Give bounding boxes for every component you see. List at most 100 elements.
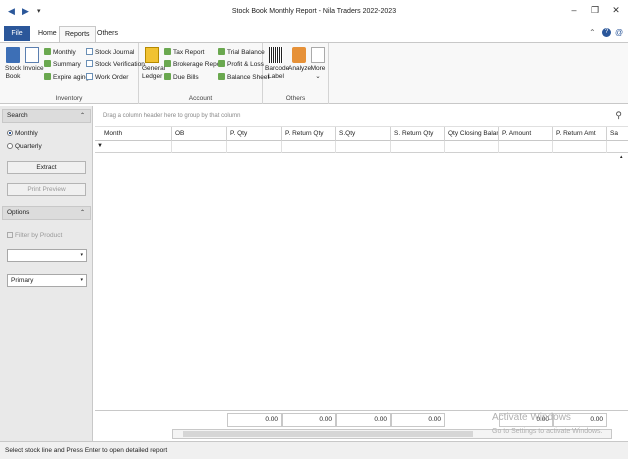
- horizontal-scroll-thumb[interactable]: [183, 431, 473, 437]
- monthly-icon: [44, 48, 51, 55]
- activate-windows-watermark: Activate Windows: [492, 412, 571, 423]
- collapse-search-icon[interactable]: ⌃: [80, 110, 85, 122]
- unit-combo-value: Primary: [11, 277, 34, 284]
- tab-reports[interactable]: Reports: [59, 26, 96, 42]
- search-section-header[interactable]: Search ⌃: [2, 109, 91, 123]
- search-icon[interactable]: ⚲: [615, 110, 622, 121]
- tab-file[interactable]: File: [4, 26, 30, 41]
- unit-combo[interactable]: Primary ▾: [7, 274, 87, 287]
- invoice-label: Invoice: [23, 65, 44, 72]
- filter-by-product-checkbox[interactable]: Filter by Product: [7, 232, 62, 239]
- expire-aging-label: Expire aging: [53, 74, 90, 81]
- search-section-label: Search: [7, 112, 28, 119]
- column-header-p-amount[interactable]: P. Amount: [499, 127, 553, 141]
- stock-book-button[interactable]: Stock Book: [5, 47, 21, 80]
- filter-cell-month[interactable]: [101, 141, 172, 153]
- total-p-qty: 0.00: [227, 413, 282, 427]
- profit-loss-icon: [218, 60, 225, 67]
- trial-balance-icon: [218, 48, 225, 55]
- analyze-button[interactable]: Analyze: [288, 47, 312, 73]
- general-ledger-icon: [145, 47, 159, 63]
- due-bills-button[interactable]: Due Bills: [164, 73, 199, 82]
- quarterly-radio[interactable]: Quarterly: [7, 143, 42, 150]
- tax-report-button[interactable]: Tax Report: [164, 48, 204, 57]
- summary-button[interactable]: Summary: [44, 60, 81, 69]
- profit-loss-button[interactable]: Profit & Loss: [218, 60, 264, 69]
- invoice-button[interactable]: Invoice: [23, 47, 44, 73]
- stock-journal-button[interactable]: Stock Journal: [86, 48, 134, 57]
- balance-sheet-button[interactable]: Balance Sheet: [218, 73, 269, 82]
- monthly-radio[interactable]: Monthly: [7, 130, 38, 137]
- analyze-label: Analyze: [288, 65, 312, 72]
- column-header-s-return-qty[interactable]: S. Return Qty: [391, 127, 445, 141]
- grid-body[interactable]: [95, 153, 628, 408]
- radio-icon: [7, 143, 13, 149]
- work-order-icon: [86, 73, 93, 80]
- close-button[interactable]: ✕: [606, 5, 626, 19]
- group-by-area[interactable]: Drag a column header here to group by th…: [95, 106, 628, 127]
- analyze-icon: [292, 47, 306, 63]
- invoice-icon: [25, 47, 39, 63]
- others-group: Barcode Label Analyze More ⌄ Others: [263, 43, 329, 104]
- filter-cell-p-return-qty[interactable]: [282, 141, 336, 153]
- column-header-s-qty[interactable]: S.Qty: [336, 127, 391, 141]
- column-header-p-return-qty[interactable]: P. Return Qty: [282, 127, 336, 141]
- tab-home[interactable]: Home: [33, 26, 62, 42]
- brokerage-report-icon: [164, 60, 171, 67]
- product-combo[interactable]: ▾: [7, 249, 87, 262]
- profit-loss-label: Profit & Loss: [227, 61, 264, 68]
- general-ledger-label-line1: General: [142, 65, 166, 72]
- stock-verification-button[interactable]: Stock Verification: [86, 60, 145, 69]
- column-header-sa[interactable]: Sa: [607, 127, 628, 141]
- column-header-ob[interactable]: OB: [172, 127, 227, 141]
- filter-cell-p-qty[interactable]: [227, 141, 282, 153]
- summary-label: Summary: [53, 61, 81, 68]
- chevron-down-icon: ▾: [80, 252, 83, 258]
- stock-book-label-line2: Book: [5, 72, 21, 80]
- summary-icon: [44, 60, 51, 67]
- column-header-qty-closing-balance[interactable]: Qty Closing Balance: [445, 127, 499, 141]
- barcode-label-line1: Barcode: [265, 65, 290, 72]
- work-order-button[interactable]: Work Order: [86, 73, 128, 82]
- general-ledger-button[interactable]: General Ledger: [142, 47, 166, 80]
- filter-cell-qty-closing-balance[interactable]: [445, 141, 499, 153]
- column-header-p-return-amt[interactable]: P. Return Amt: [553, 127, 607, 141]
- filter-cell-p-amount[interactable]: [499, 141, 553, 153]
- title-bar: ◀ ▶ ▾ Stock Book Monthly Report - Nila T…: [0, 0, 628, 24]
- options-section-header[interactable]: Options ⌃: [2, 206, 91, 220]
- filter-cell-s-qty[interactable]: [336, 141, 391, 153]
- due-bills-icon: [164, 73, 171, 80]
- grid-header: Month OB P. Qty P. Return Qty S.Qty S. R…: [95, 127, 628, 141]
- trial-balance-button[interactable]: Trial Balance: [218, 48, 265, 57]
- more-dropdown-icon: ⌄: [315, 72, 321, 80]
- column-header-month[interactable]: Month: [101, 127, 172, 141]
- restore-button[interactable]: ❐: [585, 5, 605, 19]
- stock-journal-label: Stock Journal: [95, 49, 135, 56]
- monthly-button[interactable]: Monthly: [44, 48, 76, 57]
- filter-cell-p-return-amt[interactable]: [553, 141, 607, 153]
- scroll-up-icon[interactable]: ▴: [620, 154, 623, 160]
- total-s-return-qty: 0.00: [391, 413, 445, 427]
- expire-aging-button[interactable]: Expire aging: [44, 73, 89, 82]
- inventory-group-label: Inventory: [55, 95, 83, 102]
- collapse-ribbon-icon[interactable]: ⌃: [589, 28, 596, 37]
- filter-cell-s-return-qty[interactable]: [391, 141, 445, 153]
- collapse-options-icon[interactable]: ⌃: [80, 207, 85, 219]
- tab-others[interactable]: Others: [92, 26, 123, 42]
- filter-cell-ob[interactable]: [172, 141, 227, 153]
- others-group-label: Others: [285, 95, 306, 102]
- extract-button[interactable]: Extract: [7, 161, 86, 174]
- brokerage-report-button[interactable]: Brokerage Report: [164, 60, 224, 69]
- column-header-p-qty[interactable]: P. Qty: [227, 127, 282, 141]
- more-button[interactable]: More ⌄: [310, 47, 326, 80]
- brokerage-report-label: Brokerage Report: [173, 61, 225, 68]
- quarterly-radio-label: Quarterly: [15, 143, 42, 150]
- total-s-qty: 0.00: [336, 413, 391, 427]
- account-icon[interactable]: @: [615, 28, 623, 37]
- print-preview-button[interactable]: Print Preview: [7, 183, 86, 196]
- barcode-label-button[interactable]: Barcode Label: [265, 47, 290, 80]
- vertical-scrollbar[interactable]: ▴: [620, 154, 626, 408]
- minimize-button[interactable]: –: [564, 5, 584, 19]
- stock-book-icon: [6, 47, 20, 63]
- help-icon[interactable]: ?: [602, 28, 611, 37]
